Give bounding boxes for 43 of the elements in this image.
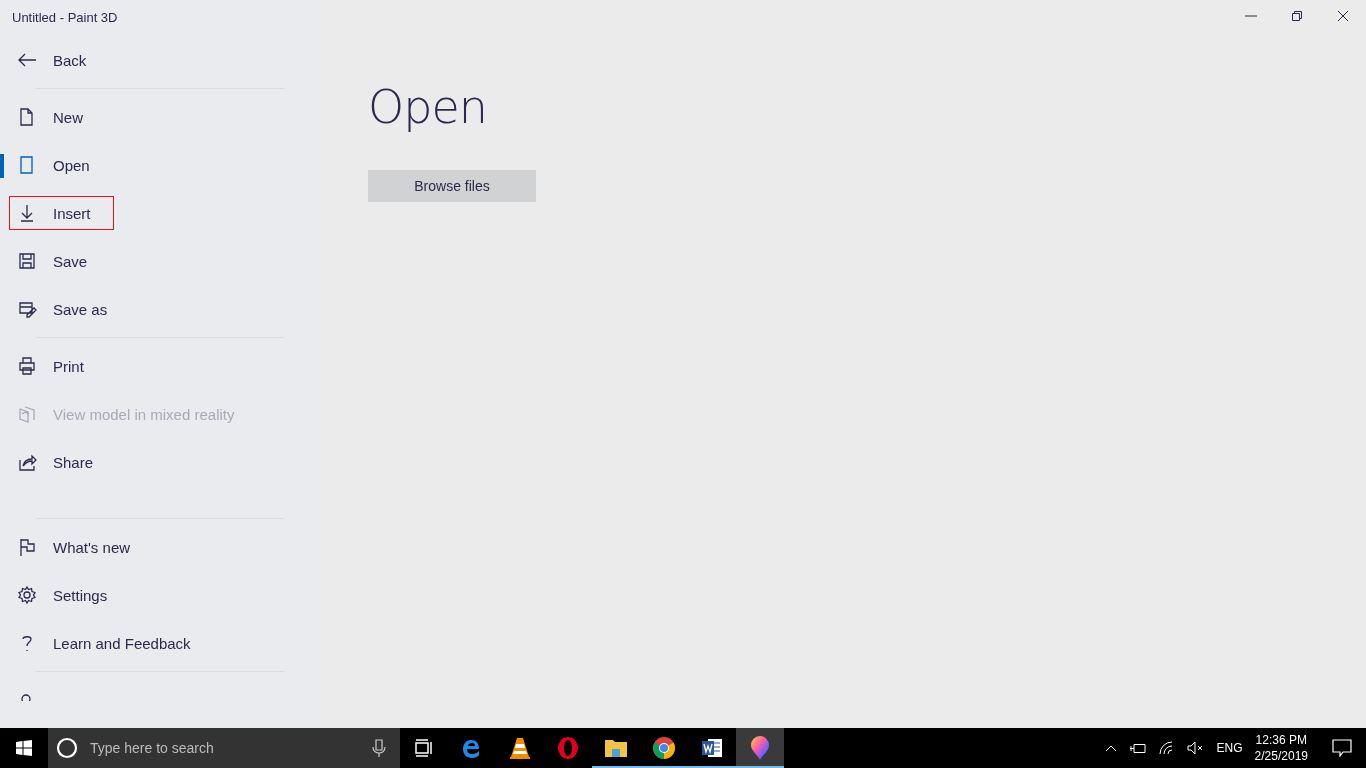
flag-icon [17,537,37,557]
window-title: Untitled - Paint 3D [11,9,119,27]
page-heading: Open [368,80,488,134]
menu-item[interactable]: Save as [9,292,131,326]
mixed-reality-icon [17,404,37,424]
menu-item[interactable]: Open [9,148,113,182]
task-view-icon[interactable] [414,739,434,757]
folder-icon[interactable] [604,737,628,759]
printer-icon [17,356,37,376]
search-circle-icon [56,737,78,759]
search-bar[interactable]: Type here to search [48,728,400,768]
notification-icon[interactable] [1332,739,1352,757]
back-button[interactable]: Back [9,43,110,77]
close-icon [1337,10,1349,22]
chevron-up-icon[interactable] [1104,744,1117,752]
save-as-icon [17,299,37,319]
wifi-icon[interactable] [1158,741,1175,755]
menu-item[interactable]: Share [9,445,117,479]
clock[interactable]: 12:36 PM 2/25/2019 [1254,733,1308,763]
menu-item[interactable]: Print [9,349,107,383]
menu-item[interactable]: New [9,100,106,134]
paint-drop-icon[interactable] [749,735,771,761]
battery-plug-icon[interactable] [1128,742,1147,754]
windows-logo-icon [16,740,32,756]
chrome-ball-icon[interactable] [652,736,676,760]
browse-files-button[interactable]: Browse files [368,170,536,202]
back-arrow-icon [17,52,37,68]
document-w-icon[interactable] [700,736,724,760]
microphone-icon[interactable] [372,739,386,757]
menu-item[interactable]: Learn and Feedback [9,626,214,660]
share-icon [17,452,37,472]
search-field[interactable]: Type here to search [88,739,362,757]
menu-item[interactable]: Insert [9,196,114,230]
traffic-cone-icon[interactable] [509,736,531,760]
restore-icon [1291,10,1303,22]
letter-o-icon[interactable] [556,736,580,760]
speaker-muted-icon[interactable] [1186,741,1205,755]
minimize-icon [1245,15,1257,17]
menu-item[interactable]: What's new [9,530,154,564]
language-indicator[interactable]: ENG [1216,741,1243,755]
menu-item[interactable]: Save [9,244,111,278]
menu-item[interactable]: Settings [9,578,131,612]
settings-icon [17,585,37,605]
